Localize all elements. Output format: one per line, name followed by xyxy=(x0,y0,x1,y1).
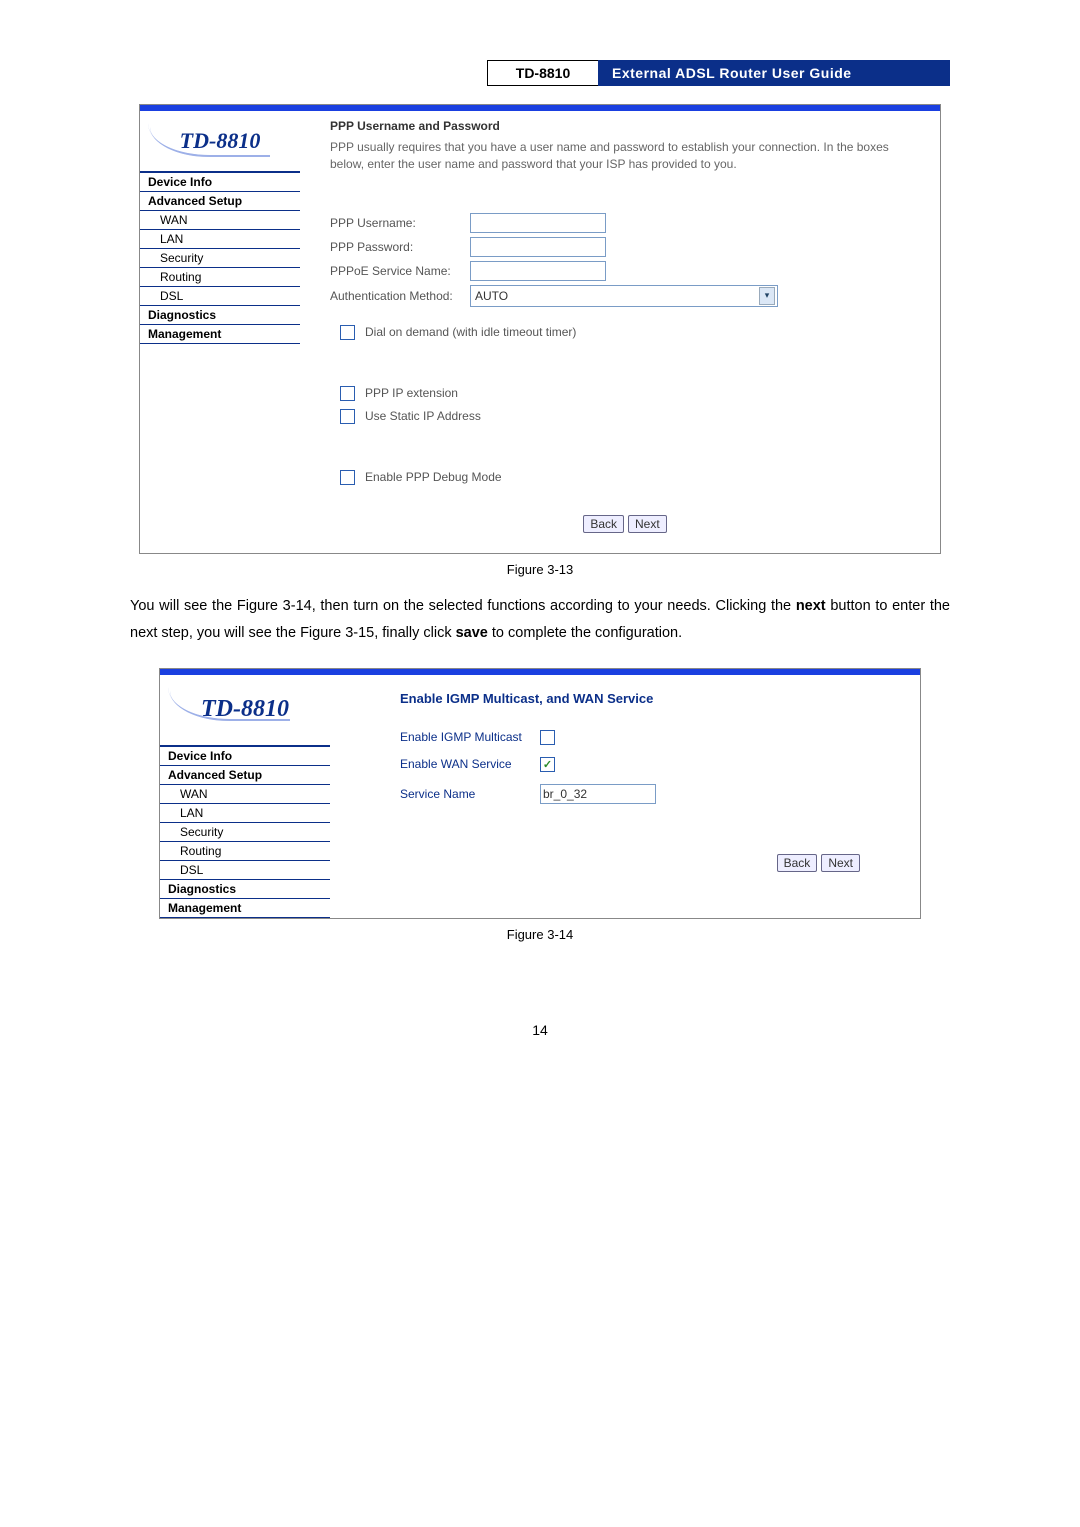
ppp-password-label: PPP Password: xyxy=(330,240,470,254)
nav-security[interactable]: Security xyxy=(160,823,330,842)
content-desc: PPP usually requires that you have a use… xyxy=(330,139,920,173)
nav-routing[interactable]: Routing xyxy=(160,842,330,861)
body-paragraph: You will see the Figure 3-14, then turn … xyxy=(130,593,950,648)
dial-on-demand-label: Dial on demand (with idle timeout timer) xyxy=(365,325,576,339)
back-button[interactable]: Back xyxy=(583,515,624,533)
nav-wan[interactable]: WAN xyxy=(140,211,300,230)
nav-routing[interactable]: Routing xyxy=(140,268,300,287)
enable-debug-checkbox[interactable] xyxy=(340,470,355,485)
screenshot-igmp-config: TD-8810 Device Info Advanced Setup WAN L… xyxy=(159,668,921,919)
content-panel: PPP Username and Password PPP usually re… xyxy=(300,111,940,553)
nav-device-info[interactable]: Device Info xyxy=(160,747,330,766)
back-button[interactable]: Back xyxy=(777,854,818,872)
header-model: TD-8810 xyxy=(487,60,598,86)
nav-lan[interactable]: LAN xyxy=(160,804,330,823)
nav-management[interactable]: Management xyxy=(160,899,330,918)
enable-debug-label: Enable PPP Debug Mode xyxy=(365,470,502,484)
auth-method-value: AUTO xyxy=(475,289,508,303)
ppp-password-input[interactable] xyxy=(470,237,606,257)
device-logo: TD-8810 xyxy=(160,675,330,745)
page-number: 14 xyxy=(130,1022,950,1038)
sidebar: TD-8810 Device Info Advanced Setup WAN L… xyxy=(160,675,330,918)
ppp-username-input[interactable] xyxy=(470,213,606,233)
nav-lan[interactable]: LAN xyxy=(140,230,300,249)
screenshot-ppp-config: TD-8810 Device Info Advanced Setup WAN L… xyxy=(139,104,941,554)
header-title: External ADSL Router User Guide xyxy=(598,60,950,86)
service-name-input[interactable]: br_0_32 xyxy=(540,784,656,804)
nav-advanced-setup[interactable]: Advanced Setup xyxy=(140,192,300,211)
enable-igmp-label: Enable IGMP Multicast xyxy=(400,730,540,744)
logo-text: TD-8810 xyxy=(180,128,261,154)
nav-security[interactable]: Security xyxy=(140,249,300,268)
content-title: PPP Username and Password xyxy=(330,119,920,133)
service-name-value: br_0_32 xyxy=(543,787,587,801)
content-panel: Enable IGMP Multicast, and WAN Service E… xyxy=(330,675,920,900)
use-static-ip-checkbox[interactable] xyxy=(340,409,355,424)
sidebar: TD-8810 Device Info Advanced Setup WAN L… xyxy=(140,111,300,344)
figure-caption-313: Figure 3-13 xyxy=(130,562,950,577)
nav-dsl[interactable]: DSL xyxy=(160,861,330,880)
figure-caption-314: Figure 3-14 xyxy=(130,927,950,942)
ppp-ip-ext-checkbox[interactable] xyxy=(340,386,355,401)
nav-diagnostics[interactable]: Diagnostics xyxy=(160,880,330,899)
pppoe-service-label: PPPoE Service Name: xyxy=(330,264,470,278)
pppoe-service-input[interactable] xyxy=(470,261,606,281)
nav-management[interactable]: Management xyxy=(140,325,300,344)
enable-igmp-checkbox[interactable] xyxy=(540,730,555,745)
logo-text: TD-8810 xyxy=(201,696,289,723)
device-logo: TD-8810 xyxy=(140,111,300,171)
content-title: Enable IGMP Multicast, and WAN Service xyxy=(400,691,900,706)
ppp-username-label: PPP Username: xyxy=(330,216,470,230)
auth-method-select[interactable]: AUTO ▾ xyxy=(470,285,778,307)
nav-diagnostics[interactable]: Diagnostics xyxy=(140,306,300,325)
next-button[interactable]: Next xyxy=(821,854,860,872)
use-static-ip-label: Use Static IP Address xyxy=(365,409,481,423)
dial-on-demand-checkbox[interactable] xyxy=(340,325,355,340)
body-text-1: You will see the Figure 3-14, then turn … xyxy=(130,598,796,614)
nav-dsl[interactable]: DSL xyxy=(140,287,300,306)
next-button[interactable]: Next xyxy=(628,515,667,533)
auth-method-label: Authentication Method: xyxy=(330,289,470,303)
chevron-down-icon: ▾ xyxy=(759,287,775,305)
body-bold-save: save xyxy=(456,625,488,641)
body-text-3: to complete the configuration. xyxy=(488,625,682,641)
ppp-ip-ext-label: PPP IP extension xyxy=(365,386,458,400)
body-bold-next: next xyxy=(796,598,826,614)
enable-wan-checkbox[interactable]: ✓ xyxy=(540,757,555,772)
service-name-label: Service Name xyxy=(400,787,540,801)
nav-device-info[interactable]: Device Info xyxy=(140,173,300,192)
enable-wan-label: Enable WAN Service xyxy=(400,757,540,771)
doc-header: TD-8810 External ADSL Router User Guide xyxy=(130,60,950,86)
nav-wan[interactable]: WAN xyxy=(160,785,330,804)
nav-advanced-setup[interactable]: Advanced Setup xyxy=(160,766,330,785)
